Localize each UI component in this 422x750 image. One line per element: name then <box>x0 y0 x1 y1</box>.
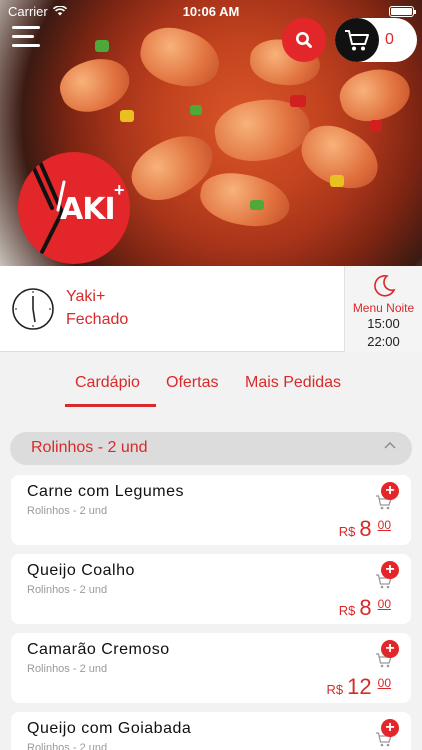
product-card[interactable]: Queijo Coalho Rolinhos - 2 und + R$ 8 00 <box>11 554 411 624</box>
add-to-cart-button[interactable]: + <box>373 640 403 668</box>
price-decimal: 00 <box>377 676 391 690</box>
cart-count: 0 <box>385 31 394 48</box>
price-integer: 8 <box>359 516 372 541</box>
plus-icon: + <box>381 719 399 737</box>
app-screen: Carrier 10:06 AM 0 AKI + Yaki+ Fechado M… <box>0 0 422 750</box>
chevron-up-icon <box>384 442 396 449</box>
moon-icon <box>374 274 396 297</box>
store-name: Yaki+ <box>66 288 106 305</box>
product-subtitle: Rolinhos - 2 und <box>27 742 108 750</box>
product-subtitle: Rolinhos - 2 und <box>27 505 108 517</box>
search-button[interactable] <box>282 18 326 62</box>
cart-icon <box>345 30 369 51</box>
product-price: R$ 12 00 <box>327 674 391 700</box>
product-subtitle: Rolinhos - 2 und <box>27 663 108 675</box>
menu-open-time: 15:00 <box>367 316 400 331</box>
status-time: 10:06 AM <box>182 3 240 19</box>
price-integer: 8 <box>359 595 372 620</box>
plus-icon: + <box>381 561 399 579</box>
price-decimal: 00 <box>377 597 391 611</box>
plus-icon: + <box>381 482 399 500</box>
product-name: Carne com Legumes <box>27 483 185 500</box>
store-status: Fechado <box>66 311 129 328</box>
menu-close-time: 22:00 <box>367 334 400 349</box>
clock-icon <box>12 288 54 330</box>
product-price: R$ 8 00 <box>339 595 391 621</box>
product-name: Camarão Cremoso <box>27 641 170 658</box>
product-card[interactable]: Queijo com Goiabada Rolinhos - 2 und + <box>11 712 411 750</box>
menu-mode-label: Menu Noite <box>352 301 415 315</box>
active-tab-indicator <box>65 404 156 407</box>
add-to-cart-button[interactable]: + <box>373 719 403 747</box>
add-to-cart-button[interactable]: + <box>373 482 403 510</box>
search-icon <box>296 32 312 48</box>
restaurant-logo: AKI + <box>18 152 130 264</box>
product-price: R$ 8 00 <box>339 516 391 542</box>
tab-cardapio[interactable]: Cardápio <box>75 374 140 392</box>
battery-icon <box>389 5 416 17</box>
category-label: Rolinhos - 2 und <box>31 439 148 456</box>
tab-ofertas[interactable]: Ofertas <box>166 374 218 392</box>
add-to-cart-button[interactable]: + <box>373 561 403 589</box>
tab-mais-pedidas[interactable]: Mais Pedidas <box>245 374 341 392</box>
category-header[interactable]: Rolinhos - 2 und <box>10 432 412 465</box>
logo-plus: + <box>114 180 125 200</box>
price-currency: R$ <box>326 682 344 697</box>
cart-button[interactable]: 0 <box>335 18 417 62</box>
menu-mode-panel: Menu Noite 15:00 22:00 <box>344 266 422 352</box>
cart-icon-circle <box>335 18 379 62</box>
menu-tabs: Cardápio Ofertas Mais Pedidas <box>0 368 422 408</box>
price-integer: 12 <box>347 674 372 699</box>
price-currency: R$ <box>338 603 356 618</box>
product-name: Queijo Coalho <box>27 562 135 579</box>
plus-icon: + <box>381 640 399 658</box>
store-info-bar: Yaki+ Fechado Menu Noite 15:00 22:00 <box>0 266 422 352</box>
product-subtitle: Rolinhos - 2 und <box>27 584 108 596</box>
product-name: Queijo com Goiabada <box>27 720 192 737</box>
logo-text: AKI <box>60 192 116 227</box>
menu-icon[interactable] <box>12 26 40 50</box>
price-decimal: 00 <box>377 518 391 532</box>
product-card[interactable]: Camarão Cremoso Rolinhos - 2 und + R$ 12 0… <box>11 633 411 703</box>
product-card[interactable]: Carne com Legumes Rolinhos - 2 und + R$ 8… <box>11 475 411 545</box>
price-currency: R$ <box>338 524 356 539</box>
